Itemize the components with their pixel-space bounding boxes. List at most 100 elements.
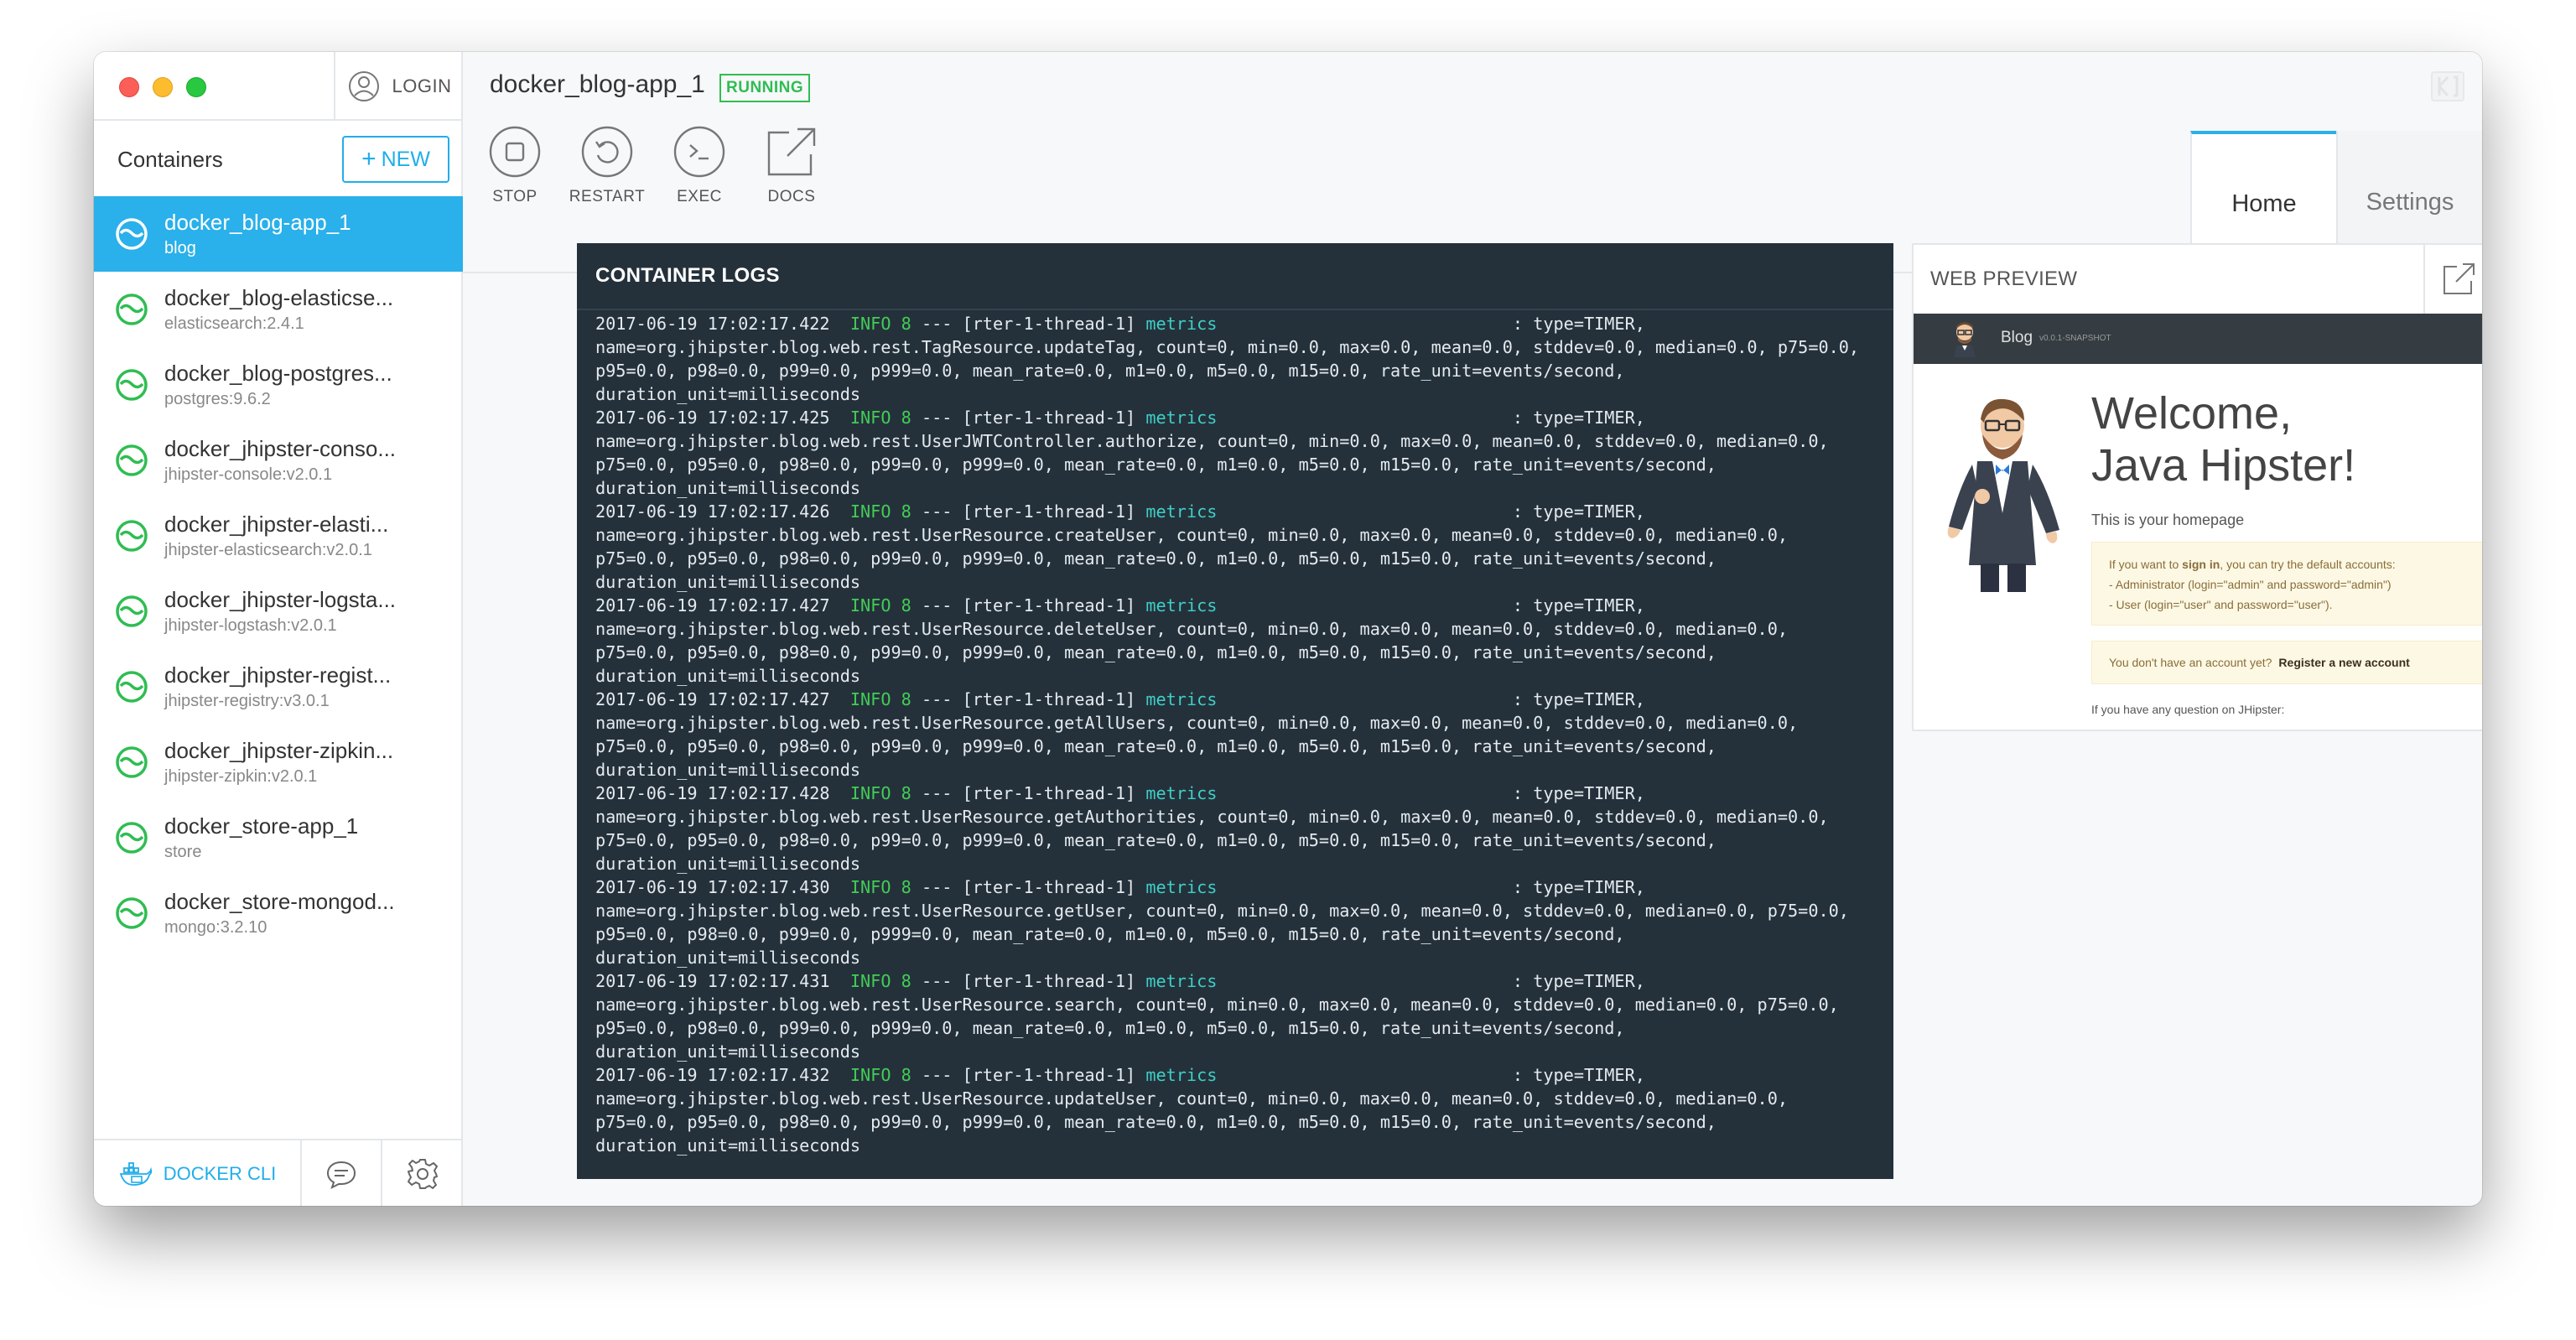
containers-header: Containers + NEW <box>94 121 463 198</box>
log-entry: 2017-06-19 17:02:17.427 INFO 8 --- [rter… <box>595 688 1875 782</box>
web-preview-header: WEB PREVIEW <box>1914 245 2482 314</box>
container-image: blog <box>164 239 196 257</box>
docs-label: DOCS <box>767 188 816 205</box>
sidebar-footer: DOCKER CLI <box>94 1139 463 1206</box>
container-name: docker_jhipster-logsta... <box>164 587 397 612</box>
exec-label: EXEC <box>677 188 722 205</box>
log-line: 2017-06-19 17:02:17.426 INFO 8 --- [rter… <box>595 501 1645 522</box>
preview-navbar: Blog v0.0.1-SNAPSHOT <box>1914 314 2482 364</box>
container-image: mongo:3.2.10 <box>164 918 267 937</box>
exec-button[interactable]: EXEC <box>662 124 736 206</box>
kitematic-logo-icon <box>2431 71 2464 101</box>
log-entry: 2017-06-19 17:02:17.432 INFO 8 --- [rter… <box>595 1063 1875 1157</box>
external-link-icon <box>767 127 816 176</box>
container-image: postgres:9.6.2 <box>164 390 271 408</box>
log-line: 2017-06-19 17:02:17.427 INFO 8 --- [rter… <box>595 689 1645 709</box>
log-entry: 2017-06-19 17:02:17.427 INFO 8 --- [rter… <box>595 594 1875 688</box>
container-header: docker_blog-app_1 RUNNING <box>463 52 2482 121</box>
stop-icon <box>489 126 541 178</box>
restart-button[interactable]: RESTART <box>569 124 645 206</box>
new-label: NEW <box>381 147 430 171</box>
container-name: docker_jhipster-zipkin... <box>164 738 394 763</box>
container-item[interactable]: docker_store-app_1store <box>94 800 463 875</box>
log-line: 2017-06-19 17:02:17.422 INFO 8 --- [rter… <box>595 314 1645 334</box>
container-name: docker_store-app_1 <box>164 813 359 839</box>
stop-button[interactable]: STOP <box>478 124 552 206</box>
container-logs-panel[interactable]: CONTAINER LOGS 2017-06-19 17:02:17.422 I… <box>577 243 1893 1179</box>
web-preview-panel: WEB PREVIEW Blog v0.0.1-SNAPSHOT Welcome… <box>1912 243 2482 731</box>
web-preview-title: WEB PREVIEW <box>1930 267 2078 290</box>
container-list: docker_blog-app_1blog docker_blog-elasti… <box>94 196 463 951</box>
container-image: elasticsearch:2.4.1 <box>164 314 304 333</box>
open-in-browser-button[interactable] <box>2423 245 2482 314</box>
container-name: docker_blog-postgres... <box>164 361 392 386</box>
container-item[interactable]: docker_store-mongod... mongo:3.2.10 <box>94 875 463 951</box>
container-image: store <box>164 843 202 861</box>
container-name: docker_blog-app_1 <box>164 210 351 235</box>
docker-cli-button[interactable]: DOCKER CLI <box>94 1140 302 1206</box>
minimize-window-button[interactable] <box>153 77 173 97</box>
docker-whale-icon <box>119 1162 152 1186</box>
container-logs-title: CONTAINER LOGS <box>577 243 1893 310</box>
docs-button[interactable]: DOCS <box>755 124 828 206</box>
preview-signin-alert: If you want to sign in, you can try the … <box>2091 542 2482 626</box>
container-name: docker_jhipster-regist... <box>164 662 392 688</box>
container-running-icon <box>116 520 148 552</box>
container-item[interactable]: docker_jhipster-elasti... jhipster-elasti… <box>94 498 463 574</box>
app-window: LOGIN Containers + NEW docker_blog-app_1… <box>94 52 2482 1206</box>
container-image: jhipster-console:v2.0.1 <box>164 465 333 484</box>
terminal-icon <box>673 126 725 178</box>
container-actions: STOP RESTART EXEC DOCS <box>478 124 828 206</box>
container-running-icon <box>116 369 148 401</box>
log-entry: 2017-06-19 17:02:17.426 INFO 8 --- [rter… <box>595 500 1875 594</box>
login-label: LOGIN <box>392 75 452 96</box>
login-button[interactable]: LOGIN <box>334 52 463 121</box>
container-name: docker_jhipster-elasti... <box>164 512 389 537</box>
container-running-icon <box>116 595 148 627</box>
container-running-icon <box>116 822 148 854</box>
container-name: docker_store-mongod... <box>164 889 395 914</box>
restart-icon <box>581 126 633 178</box>
feedback-button[interactable] <box>302 1140 382 1206</box>
log-entry: 2017-06-19 17:02:17.428 INFO 8 --- [rter… <box>595 782 1875 875</box>
container-title: docker_blog-app_1 <box>490 70 705 98</box>
container-item[interactable]: docker_jhipster-logsta... jhipster-logsta… <box>94 574 463 649</box>
sidebar-titlebar: LOGIN <box>94 52 463 121</box>
container-image: jhipster-registry:v3.0.1 <box>164 692 330 710</box>
user-icon <box>348 71 379 101</box>
log-line: 2017-06-19 17:02:17.431 INFO 8 --- [rter… <box>595 971 1645 991</box>
container-name: docker_jhipster-conso... <box>164 436 397 461</box>
hipster-illustration-icon <box>1947 398 2059 592</box>
container-image: jhipster-zipkin:v2.0.1 <box>164 767 318 786</box>
zoom-window-button[interactable] <box>186 77 206 97</box>
container-item[interactable]: docker_blog-app_1blog <box>94 196 463 272</box>
preferences-button[interactable] <box>382 1140 463 1206</box>
preview-heading: Welcome, Java Hipster! <box>2091 388 2356 491</box>
container-running-icon <box>116 746 148 778</box>
container-item[interactable]: docker_jhipster-zipkin... jhipster-zipkin… <box>94 725 463 800</box>
docker-cli-label: DOCKER CLI <box>163 1163 277 1184</box>
container-item[interactable]: docker_blog-postgres... postgres:9.6.2 <box>94 347 463 423</box>
container-running-icon <box>116 218 148 250</box>
container-item[interactable]: docker_blog-elasticse... elasticsearch:2.… <box>94 272 463 347</box>
chat-icon <box>326 1161 356 1189</box>
preview-signin-link[interactable]: sign in <box>2182 558 2220 571</box>
gear-icon <box>408 1159 438 1189</box>
container-item[interactable]: docker_jhipster-regist... jhipster-regist… <box>94 649 463 725</box>
preview-brand: Blog <box>2001 329 2033 346</box>
log-line: 2017-06-19 17:02:17.425 INFO 8 --- [rter… <box>595 408 1645 428</box>
log-line: 2017-06-19 17:02:17.430 INFO 8 --- [rter… <box>595 877 1645 897</box>
log-line: 2017-06-19 17:02:17.428 INFO 8 --- [rter… <box>595 783 1645 803</box>
log-entry: 2017-06-19 17:02:17.422 INFO 8 --- [rter… <box>595 312 1875 406</box>
status-badge: RUNNING <box>719 74 811 102</box>
container-image: jhipster-elasticsearch:v2.0.1 <box>164 541 372 559</box>
container-running-icon <box>116 293 148 325</box>
close-window-button[interactable] <box>119 77 139 97</box>
log-entry: 2017-06-19 17:02:17.425 INFO 8 --- [rter… <box>595 406 1875 500</box>
main-panel: docker_blog-app_1 RUNNING STOP RESTART E… <box>463 52 2482 1206</box>
external-link-icon <box>2444 263 2475 294</box>
preview-register-link[interactable]: Register a new account <box>2278 656 2409 669</box>
container-image: jhipster-logstash:v2.0.1 <box>164 616 337 635</box>
new-container-button[interactable]: + NEW <box>342 136 449 183</box>
container-item[interactable]: docker_jhipster-conso... jhipster-console… <box>94 423 463 498</box>
